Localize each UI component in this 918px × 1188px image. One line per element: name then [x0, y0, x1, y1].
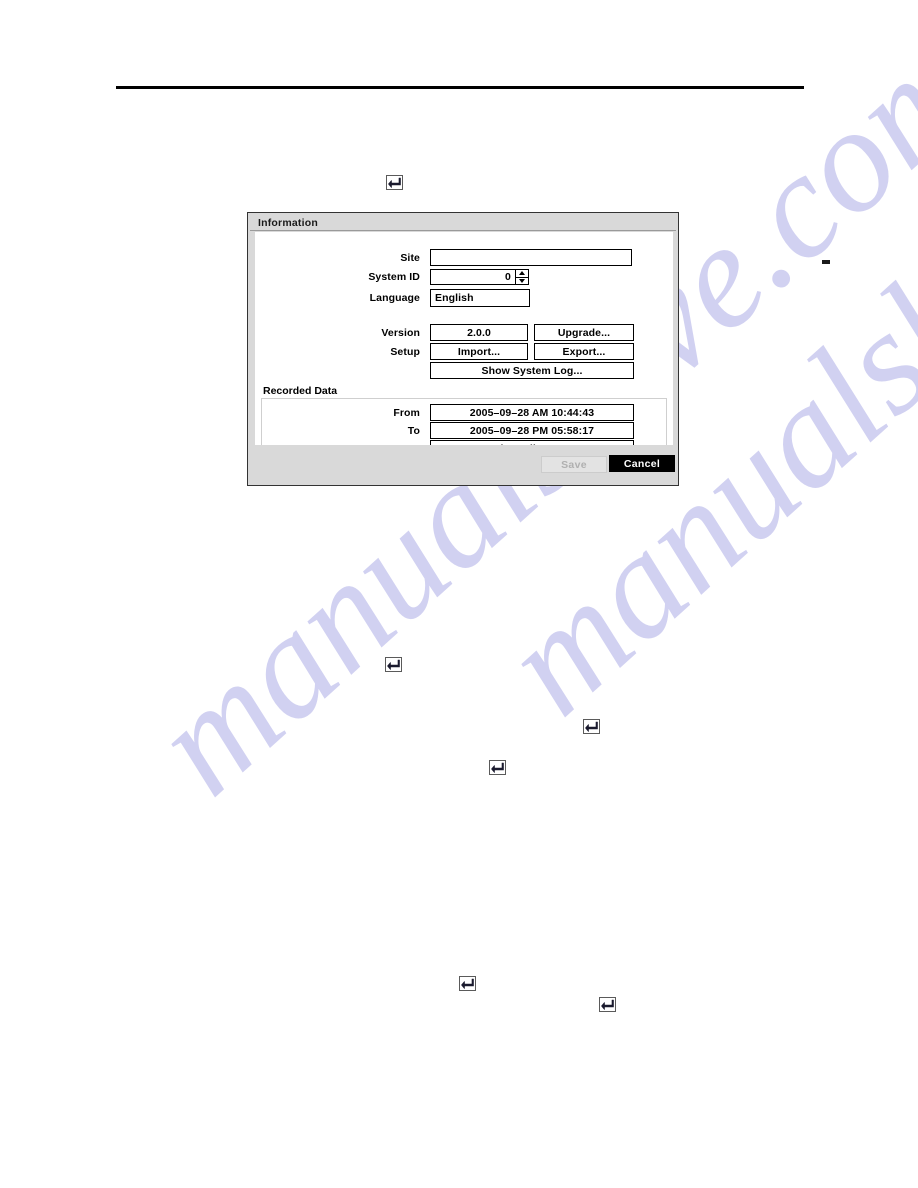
site-label: Site	[400, 251, 420, 264]
row-system-id: System ID 0	[330, 269, 529, 285]
version-label: Version	[381, 326, 420, 339]
stepper-up-button[interactable]	[516, 270, 528, 278]
row-site: Site	[330, 249, 830, 266]
upgrade-button[interactable]: Upgrade...	[534, 324, 634, 341]
watermark: manualshive.com manualshive.com	[0, 0, 918, 1188]
cancel-button[interactable]: Cancel	[609, 455, 675, 472]
dialog-title: Information	[258, 217, 318, 229]
site-input[interactable]	[430, 249, 632, 266]
language-label: Language	[369, 292, 420, 304]
enter-key-icon-2	[385, 657, 402, 672]
save-button[interactable]: Save	[541, 456, 607, 473]
from-value: 2005–09–28 AM 10:44:43	[430, 404, 634, 421]
row-from: From 2005–09–28 AM 10:44:43	[330, 404, 634, 421]
recorded-data-group-label: Recorded Data	[263, 385, 338, 397]
page-horizontal-rule	[116, 86, 804, 89]
site-cursor-dash	[822, 260, 830, 264]
export-button[interactable]: Export...	[534, 343, 634, 360]
from-label: From	[393, 406, 420, 419]
row-setup: Setup Import... Export...	[330, 343, 634, 360]
to-value: 2005–09–28 PM 05:58:17	[430, 422, 634, 439]
import-button[interactable]: Import...	[430, 343, 528, 360]
to-label: To	[407, 424, 420, 437]
stepper-down-button[interactable]	[516, 278, 528, 285]
setup-label: Setup	[390, 345, 420, 358]
enter-key-icon-4	[489, 760, 506, 775]
row-to: To 2005–09–28 PM 05:58:17	[330, 422, 634, 439]
enter-key-icon-1	[386, 175, 403, 190]
dialog-titlebar: Information	[250, 215, 676, 231]
row-version: Version 2.0.0 Upgrade...	[330, 324, 634, 341]
enter-key-icon-3	[583, 719, 600, 734]
dialog-inner: Information Site System ID 0 Language En…	[250, 215, 830, 483]
system-id-stepper[interactable]	[516, 269, 529, 285]
dialog-body: Site System ID 0 Language English Versio…	[255, 232, 830, 460]
dialog-footer: Save Cancel	[250, 445, 676, 483]
row-language: Language English	[330, 289, 530, 307]
system-id-input[interactable]: 0	[430, 269, 516, 285]
information-dialog: Information Site System ID 0 Language En…	[247, 212, 830, 486]
row-system-log: Show System Log...	[430, 362, 634, 379]
system-id-label: System ID	[368, 271, 420, 283]
version-value: 2.0.0	[430, 324, 528, 341]
language-select[interactable]: English	[430, 289, 530, 307]
show-system-log-button[interactable]: Show System Log...	[430, 362, 634, 379]
enter-key-icon-5	[459, 976, 476, 991]
enter-key-icon-6	[599, 997, 616, 1012]
